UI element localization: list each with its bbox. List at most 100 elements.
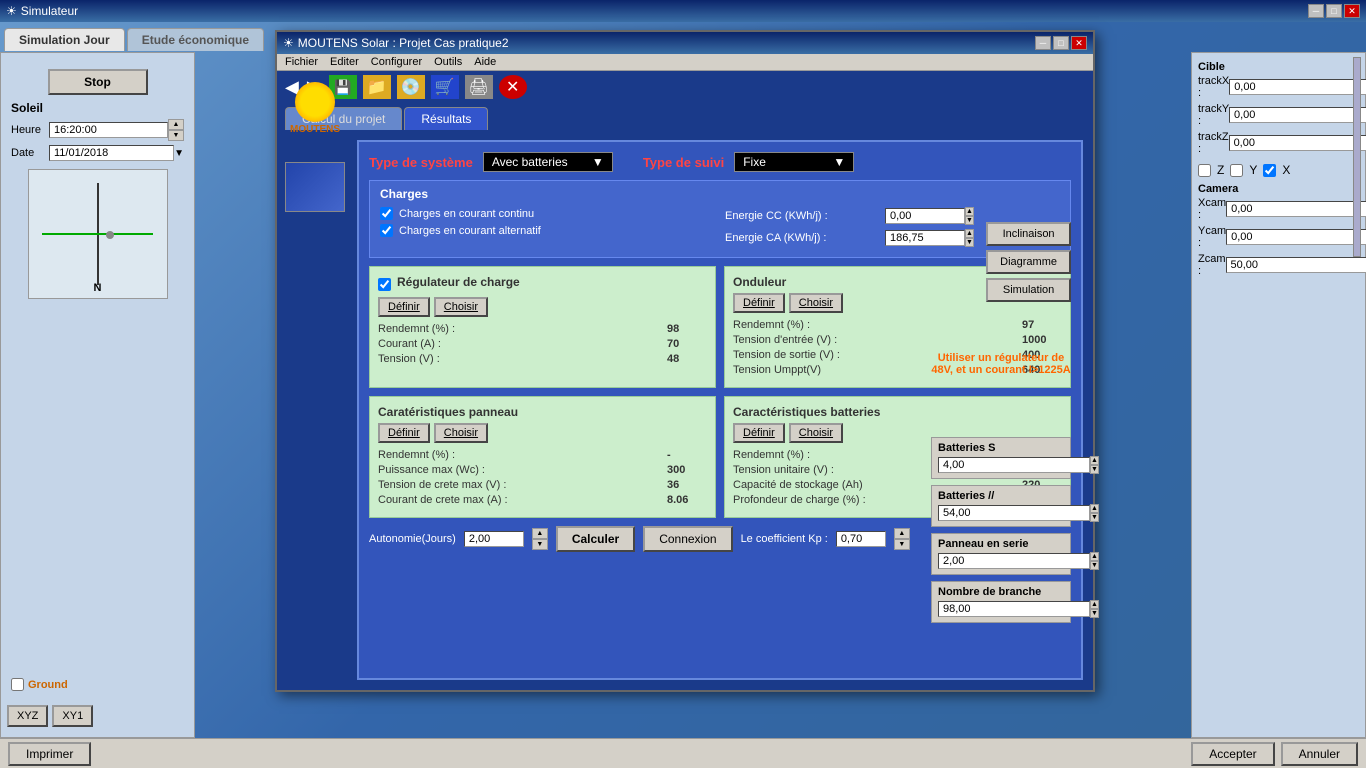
kp-down[interactable]: ▼ [894, 539, 910, 550]
heure-down[interactable]: ▼ [168, 130, 184, 141]
tab-bar: Simulation Jour Etude économique [0, 22, 266, 51]
z-checkbox[interactable] [1198, 164, 1211, 177]
accept-button[interactable]: Accepter [1191, 742, 1274, 766]
print-button[interactable]: Imprimer [8, 742, 91, 766]
connexion-button[interactable]: Connexion [643, 526, 732, 552]
app-title: Simulateur [21, 4, 78, 18]
pan-puissance-value: 300 [667, 464, 707, 476]
right-scrollbar[interactable] [1353, 57, 1361, 257]
diagramme-button[interactable]: Diagramme [986, 250, 1071, 274]
reg-rendement-value: 98 [667, 323, 707, 335]
battery-stats: Batteries S ▲ ▼ Batteries // [931, 437, 1071, 629]
pan-rendement-value: - [667, 449, 707, 461]
reg-checkbox[interactable] [378, 278, 391, 291]
date-input[interactable] [49, 145, 174, 161]
ycam-label: Ycam : [1198, 225, 1226, 249]
maximize-btn[interactable]: □ [1326, 4, 1342, 18]
energie-ca-down[interactable]: ▼ [965, 238, 974, 247]
autonomie-up[interactable]: ▲ [532, 528, 548, 539]
tab-simulation[interactable]: Simulation Jour [4, 28, 125, 51]
xy1-button[interactable]: XY1 [52, 705, 93, 727]
disk-icon[interactable]: 💿 [397, 75, 425, 99]
stop-button[interactable]: Stop [48, 69, 148, 95]
nb-branche-input[interactable] [938, 601, 1090, 617]
compass-horizontal [42, 233, 152, 235]
reg-choisir-btn[interactable]: Choisir [434, 297, 488, 317]
energie-ca-up[interactable]: ▲ [965, 229, 974, 238]
kp-input[interactable] [836, 531, 886, 547]
menu-aide[interactable]: Aide [474, 56, 496, 68]
kp-up[interactable]: ▲ [894, 528, 910, 539]
date-dropdown[interactable]: ▼ [174, 148, 184, 159]
panneau-serie-up[interactable]: ▲ [1090, 552, 1099, 561]
energie-cc-down[interactable]: ▼ [965, 216, 974, 225]
panneau-serie-input[interactable] [938, 553, 1090, 569]
menu-configurer[interactable]: Configurer [371, 56, 422, 68]
bat-p-input[interactable] [938, 505, 1090, 521]
cible-title: Cible [1198, 61, 1359, 73]
charge-cc-checkbox[interactable] [380, 207, 393, 220]
modal-window: ☀ MOUTENS Solar : Projet Cas pratique2 ─… [275, 30, 1095, 692]
cancel-button[interactable]: Annuler [1281, 742, 1358, 766]
ycam-input[interactable] [1226, 229, 1366, 245]
system-select[interactable]: Avec batteries ▼ [483, 152, 613, 172]
bat-p-down[interactable]: ▼ [1090, 513, 1099, 522]
ond-choisir-btn[interactable]: Choisir [789, 293, 843, 313]
ground-checkbox[interactable] [11, 678, 24, 691]
menu-editer[interactable]: Editer [330, 56, 359, 68]
simulation-button[interactable]: Simulation [986, 278, 1071, 302]
xyz-button[interactable]: XYZ [7, 705, 48, 727]
modal-maximize[interactable]: □ [1053, 36, 1069, 50]
modal-toolbar: ◀ ▶ 💾 📁 💿 🛒 🖨 ✕ [277, 71, 1093, 103]
heure-up[interactable]: ▲ [168, 119, 184, 130]
bat-s-input[interactable] [938, 457, 1090, 473]
y-checkbox[interactable] [1230, 164, 1243, 177]
heure-input[interactable] [49, 122, 168, 138]
nb-branche-title: Nombre de branche [938, 586, 1064, 598]
tab-economique[interactable]: Etude économique [127, 28, 264, 51]
tracky-input[interactable] [1229, 107, 1366, 123]
charge-ca-checkbox[interactable] [380, 224, 393, 237]
bat-s-section: Batteries S ▲ ▼ [931, 437, 1071, 479]
charges-section: Charges Charges en courant continu Charg… [369, 180, 1071, 258]
minimize-btn[interactable]: ─ [1308, 4, 1324, 18]
bat-s-down[interactable]: ▼ [1090, 465, 1099, 474]
bat-definir-btn[interactable]: Définir [733, 423, 785, 443]
inclinaison-button[interactable]: Inclinaison [986, 222, 1071, 246]
cart-icon[interactable]: 🛒 [431, 75, 459, 99]
xcam-input[interactable] [1226, 201, 1366, 217]
modal-controls: ─ □ ✕ [1035, 36, 1087, 50]
print-icon[interactable]: 🖨 [465, 75, 493, 99]
energie-ca-input[interactable] [885, 230, 965, 246]
close-btn[interactable]: ✕ [1344, 4, 1360, 18]
x-checkbox[interactable] [1263, 164, 1276, 177]
bat-s-up[interactable]: ▲ [1090, 456, 1099, 465]
autonomie-input[interactable] [464, 531, 524, 547]
bat-p-up[interactable]: ▲ [1090, 504, 1099, 513]
modal-close[interactable]: ✕ [1071, 36, 1087, 50]
autonomie-down[interactable]: ▼ [532, 539, 548, 550]
nb-branche-up[interactable]: ▲ [1090, 600, 1099, 609]
panneau-serie-down[interactable]: ▼ [1090, 561, 1099, 570]
menu-outils[interactable]: Outils [434, 56, 462, 68]
folder-icon[interactable]: 📁 [363, 75, 391, 99]
tracking-select[interactable]: Fixe ▼ [734, 152, 854, 172]
trackx-input[interactable] [1229, 79, 1366, 95]
modal-minimize[interactable]: ─ [1035, 36, 1051, 50]
nb-branche-down[interactable]: ▼ [1090, 609, 1099, 618]
energie-cc-input[interactable] [885, 208, 965, 224]
pan-choisir-btn[interactable]: Choisir [434, 423, 488, 443]
pan-definir-btn[interactable]: Définir [378, 423, 430, 443]
menu-fichier[interactable]: Fichier [285, 56, 318, 68]
energie-cc-up[interactable]: ▲ [965, 207, 974, 216]
modal-menubar: Fichier Editer Configurer Outils Aide [277, 54, 1093, 71]
trackz-input[interactable] [1229, 135, 1366, 151]
tab-resultats[interactable]: Résultats [404, 107, 488, 130]
stop-icon[interactable]: ✕ [499, 75, 527, 99]
ond-definir-btn[interactable]: Définir [733, 293, 785, 313]
x-label: X [1282, 163, 1290, 177]
calculer-button[interactable]: Calculer [556, 526, 635, 552]
zcam-input[interactable] [1226, 257, 1366, 273]
bat-choisir-btn[interactable]: Choisir [789, 423, 843, 443]
reg-definir-btn[interactable]: Définir [378, 297, 430, 317]
